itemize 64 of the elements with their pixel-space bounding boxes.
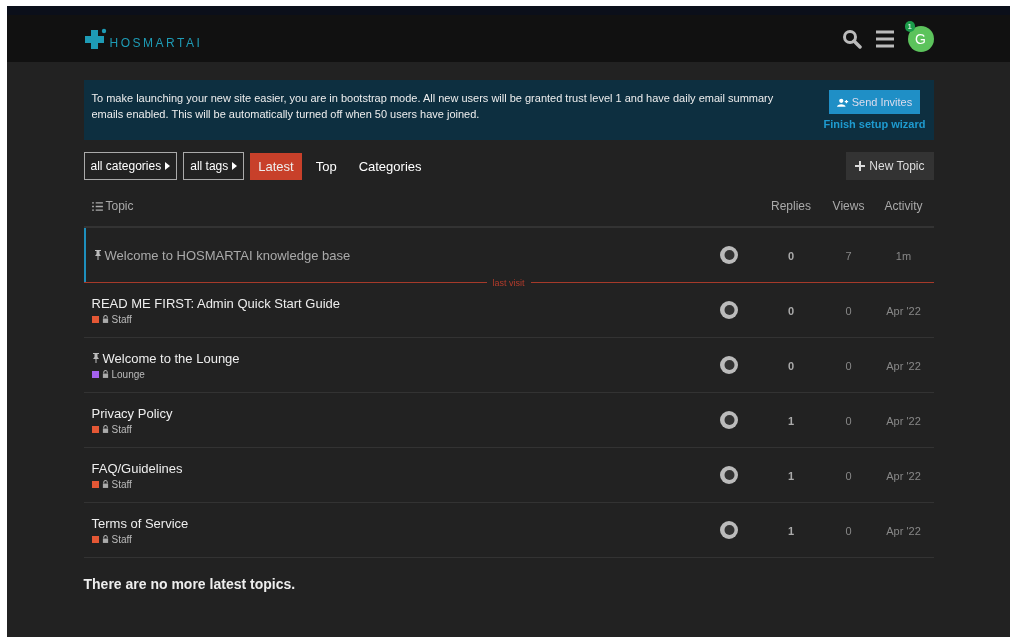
topic-link[interactable]: Terms of Service bbox=[91, 515, 189, 531]
column-header[interactable]: Topic bbox=[105, 199, 134, 213]
lock-icon bbox=[101, 315, 109, 323]
reply-count: 0 bbox=[787, 250, 795, 262]
lock-icon bbox=[101, 480, 109, 488]
view-count: 0 bbox=[845, 305, 852, 317]
topic-link[interactable]: Welcome to HOSMARTAI knowledge base bbox=[104, 247, 351, 263]
poster-avatar-icon[interactable] bbox=[718, 465, 739, 485]
category-link[interactable]: Staff bbox=[111, 533, 132, 545]
activity-time[interactable]: Apr '22 bbox=[886, 305, 921, 317]
menu-icon[interactable] bbox=[874, 29, 895, 48]
nav-tab[interactable]: Latest bbox=[250, 152, 302, 180]
nav-tab[interactable]: Categories bbox=[350, 152, 430, 180]
activity-time[interactable]: 1m bbox=[895, 250, 912, 262]
activity-time[interactable]: Apr '22 bbox=[886, 470, 921, 482]
lock-icon bbox=[101, 425, 109, 433]
view-count: 7 bbox=[845, 250, 852, 262]
reply-count: 1 bbox=[787, 525, 795, 537]
poster-avatar-icon[interactable] bbox=[718, 245, 739, 265]
site-logo-text[interactable]: HOSMARTAI bbox=[109, 35, 203, 50]
column-header[interactable]: Activity bbox=[884, 199, 923, 213]
activity-time[interactable]: Apr '22 bbox=[886, 415, 921, 427]
search-icon[interactable] bbox=[841, 28, 862, 49]
reply-count: 0 bbox=[787, 360, 795, 372]
view-count: 0 bbox=[845, 360, 852, 372]
activity-time[interactable]: Apr '22 bbox=[886, 360, 921, 372]
lock-icon bbox=[101, 370, 109, 378]
poster-avatar-icon[interactable] bbox=[718, 300, 739, 320]
column-header[interactable]: Replies bbox=[771, 199, 811, 213]
list-icon bbox=[91, 201, 103, 211]
reply-count: 1 bbox=[787, 415, 795, 427]
notification-badge: 1 bbox=[904, 20, 915, 32]
category-link[interactable]: Staff bbox=[111, 313, 132, 325]
topic-link[interactable]: Privacy Policy bbox=[91, 405, 173, 421]
filter-dropdown[interactable]: all tags bbox=[183, 152, 245, 180]
filter-dropdown[interactable]: all categories bbox=[83, 152, 178, 180]
last-visit-label: last visit bbox=[492, 277, 525, 288]
nav-tab[interactable]: Top bbox=[307, 152, 345, 180]
notice-text: To make launching your new site easier, you are in bootstrap mode. All new users will be granted trust level 1 and have daily email summary emails enabled. This will be automatically turned off when 50 users have joined. bbox=[91, 91, 775, 122]
plus-icon bbox=[855, 161, 866, 171]
topic-link[interactable]: FAQ/Guidelines bbox=[91, 460, 183, 476]
reply-count: 0 bbox=[787, 305, 795, 317]
end-of-list-message: There are no more latest topics. bbox=[83, 576, 297, 592]
poster-avatar-icon[interactable] bbox=[718, 355, 739, 375]
poster-avatar-icon[interactable] bbox=[718, 520, 739, 540]
setup-wizard-link[interactable]: Finish setup wizard bbox=[823, 118, 926, 130]
category-link[interactable]: Staff bbox=[111, 423, 132, 435]
reply-count: 1 bbox=[787, 470, 795, 482]
category-link[interactable]: Staff bbox=[111, 478, 132, 490]
poster-avatar-icon[interactable] bbox=[718, 410, 739, 430]
medical-cross-icon bbox=[83, 27, 108, 50]
lock-icon bbox=[101, 535, 109, 543]
view-count: 0 bbox=[845, 415, 852, 427]
caret-icon bbox=[165, 162, 171, 170]
view-count: 0 bbox=[845, 525, 852, 537]
add-user-icon bbox=[836, 97, 849, 107]
activity-time[interactable]: Apr '22 bbox=[886, 525, 921, 537]
topic-link[interactable]: Welcome to the Lounge bbox=[102, 350, 240, 366]
column-header[interactable]: Views bbox=[832, 199, 865, 213]
view-count: 0 bbox=[845, 470, 852, 482]
caret-icon bbox=[232, 162, 238, 170]
new-topic-button[interactable]: New Topic bbox=[846, 152, 934, 180]
category-link[interactable]: Lounge bbox=[111, 368, 145, 380]
topic-link[interactable]: READ ME FIRST: Admin Quick Start Guide bbox=[91, 295, 341, 311]
